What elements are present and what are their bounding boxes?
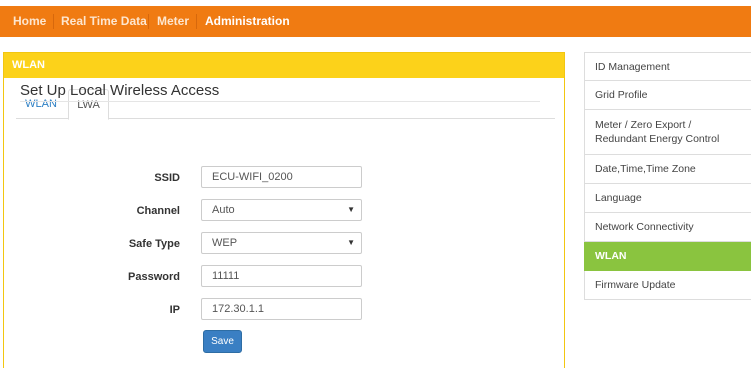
password-label: Password bbox=[128, 271, 180, 283]
safe-type-value: WEP bbox=[212, 237, 238, 249]
section-title: Set Up Local Wireless Access bbox=[20, 82, 540, 102]
sidebar-item-grid-profile[interactable]: Grid Profile bbox=[584, 81, 751, 110]
ssid-label: SSID bbox=[154, 172, 180, 184]
sidebar-item-network-connectivity[interactable]: Network Connectivity bbox=[584, 213, 751, 242]
channel-value: Auto bbox=[212, 204, 235, 216]
nav-divider bbox=[53, 14, 54, 29]
save-button[interactable]: Save bbox=[203, 330, 242, 353]
nav-real-time-data[interactable]: Real Time Data bbox=[61, 6, 147, 37]
ssid-input[interactable]: ECU-WIFI_0200 bbox=[201, 166, 362, 188]
nav-divider bbox=[148, 14, 149, 29]
ip-label: IP bbox=[169, 304, 180, 316]
channel-label: Channel bbox=[136, 205, 180, 217]
admin-sidebar: ID Management Grid Profile Meter / Zero … bbox=[584, 52, 751, 300]
sidebar-item-language[interactable]: Language bbox=[584, 184, 751, 213]
sidebar-item-meter-zero-export[interactable]: Meter / Zero Export / Redundant Energy C… bbox=[584, 110, 751, 155]
nav-meter[interactable]: Meter bbox=[157, 6, 189, 37]
nav-home[interactable]: Home bbox=[13, 6, 46, 37]
sidebar-item-date-time[interactable]: Date,Time,Time Zone bbox=[584, 155, 751, 184]
password-value: 11111 bbox=[212, 270, 240, 282]
top-nav-bar: Home Real Time Data Meter Administration bbox=[0, 6, 751, 37]
sidebar-item-id-management[interactable]: ID Management bbox=[584, 52, 751, 81]
nav-divider bbox=[196, 14, 197, 29]
safe-type-label: Safe Type bbox=[128, 238, 180, 250]
sidebar-item-firmware-update[interactable]: Firmware Update bbox=[584, 271, 751, 300]
nav-administration[interactable]: Administration bbox=[205, 6, 290, 37]
dropdown-arrow-icon: ▼ bbox=[347, 205, 355, 214]
ssid-value: ECU-WIFI_0200 bbox=[212, 171, 293, 183]
password-input[interactable]: 11111 bbox=[201, 265, 362, 287]
ip-input[interactable]: 172.30.1.1 bbox=[201, 298, 362, 320]
sidebar-item-wlan[interactable]: WLAN bbox=[584, 242, 751, 271]
channel-select[interactable]: Auto ▼ bbox=[201, 199, 362, 221]
dropdown-arrow-icon: ▼ bbox=[347, 238, 355, 247]
safe-type-select[interactable]: WEP ▼ bbox=[201, 232, 362, 254]
panel-title: WLAN bbox=[4, 53, 564, 78]
ip-value: 172.30.1.1 bbox=[212, 303, 264, 315]
